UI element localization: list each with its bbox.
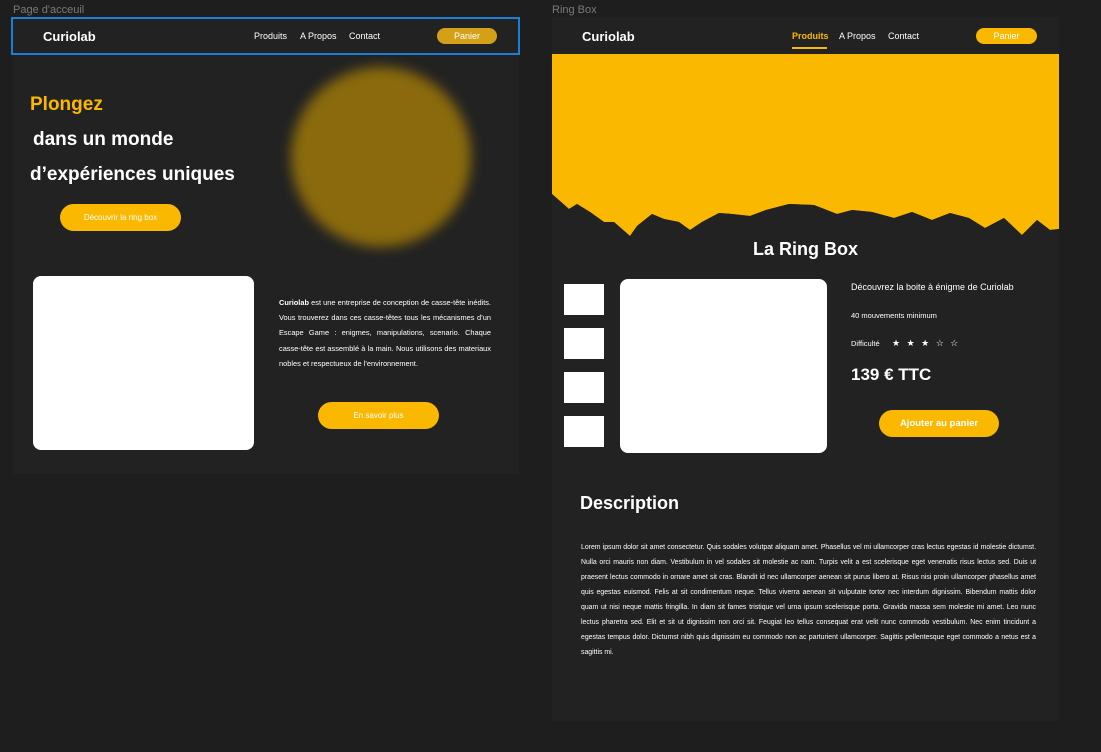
cart-button[interactable]: Panier [437, 28, 497, 44]
thumbnail-4[interactable] [564, 416, 604, 447]
product-main-image [620, 279, 827, 453]
hero-title-line3: d’expériences uniques [30, 164, 235, 185]
thumbnail-2[interactable] [564, 328, 604, 359]
home-nav: Curiolab Produits A Propos Contact Panie… [13, 17, 519, 55]
about-text: Curiolab est une entreprise de conceptio… [279, 295, 491, 371]
product-headline: Découvrez la boite à énigme de Curiolab [851, 282, 1014, 292]
frame-label-home[interactable]: Page d'acceuil [13, 4, 84, 16]
hero-blurred-circle [291, 67, 471, 247]
hero-title-accent: Plongez [30, 94, 103, 115]
design-canvas: Page d'acceuil Ring Box Curiolab Produit… [0, 0, 1101, 752]
learn-more-button[interactable]: En savoir plus [318, 402, 439, 429]
ringbox-nav: Curiolab Produits A Propos Contact Panie… [552, 17, 1059, 55]
about-image-placeholder [33, 276, 254, 450]
product-moves: 40 mouvements minimum [851, 311, 937, 320]
thumbnail-1[interactable] [564, 284, 604, 315]
active-nav-underline [792, 47, 827, 49]
description-text: Lorem ipsum dolor sit amet consectetur. … [581, 544, 1036, 656]
ringbox-frame[interactable]: Curiolab Produits A Propos Contact Panie… [552, 17, 1059, 721]
discover-ringbox-button[interactable]: Découvrir la ring box [60, 204, 181, 231]
product-title: La Ring Box [752, 239, 858, 259]
product-price: 139 € TTC [851, 365, 932, 384]
home-frame[interactable]: Curiolab Produits A Propos Contact Panie… [13, 17, 519, 474]
frame-label-ringbox[interactable]: Ring Box [552, 4, 597, 16]
description-title: Description [580, 493, 680, 513]
cart-button[interactable]: Panier [976, 28, 1037, 44]
nav-link-a-propos[interactable]: A Propos [839, 31, 876, 41]
nav-link-produits[interactable]: Produits [792, 31, 829, 41]
hero-title-line2: dans un monde [33, 129, 174, 150]
nav-link-contact[interactable]: Contact [349, 31, 380, 41]
nav-link-produits[interactable]: Produits [254, 31, 287, 41]
nav-link-a-propos[interactable]: A Propos [300, 31, 337, 41]
about-brand: Curiolab [279, 298, 309, 307]
about-body: est une entreprise de conception de cass… [279, 298, 491, 368]
thumbnail-3[interactable] [564, 372, 604, 403]
brand-logo[interactable]: Curiolab [43, 29, 96, 44]
add-to-cart-button[interactable]: Ajouter au panier [879, 410, 999, 437]
banner-illustration [552, 54, 1059, 244]
difficulty-label: Difficulté [851, 339, 880, 348]
difficulty-stars: ★ ★ ★ ☆ ☆ [892, 338, 961, 348]
nav-link-contact[interactable]: Contact [888, 31, 919, 41]
brand-logo[interactable]: Curiolab [582, 29, 635, 44]
